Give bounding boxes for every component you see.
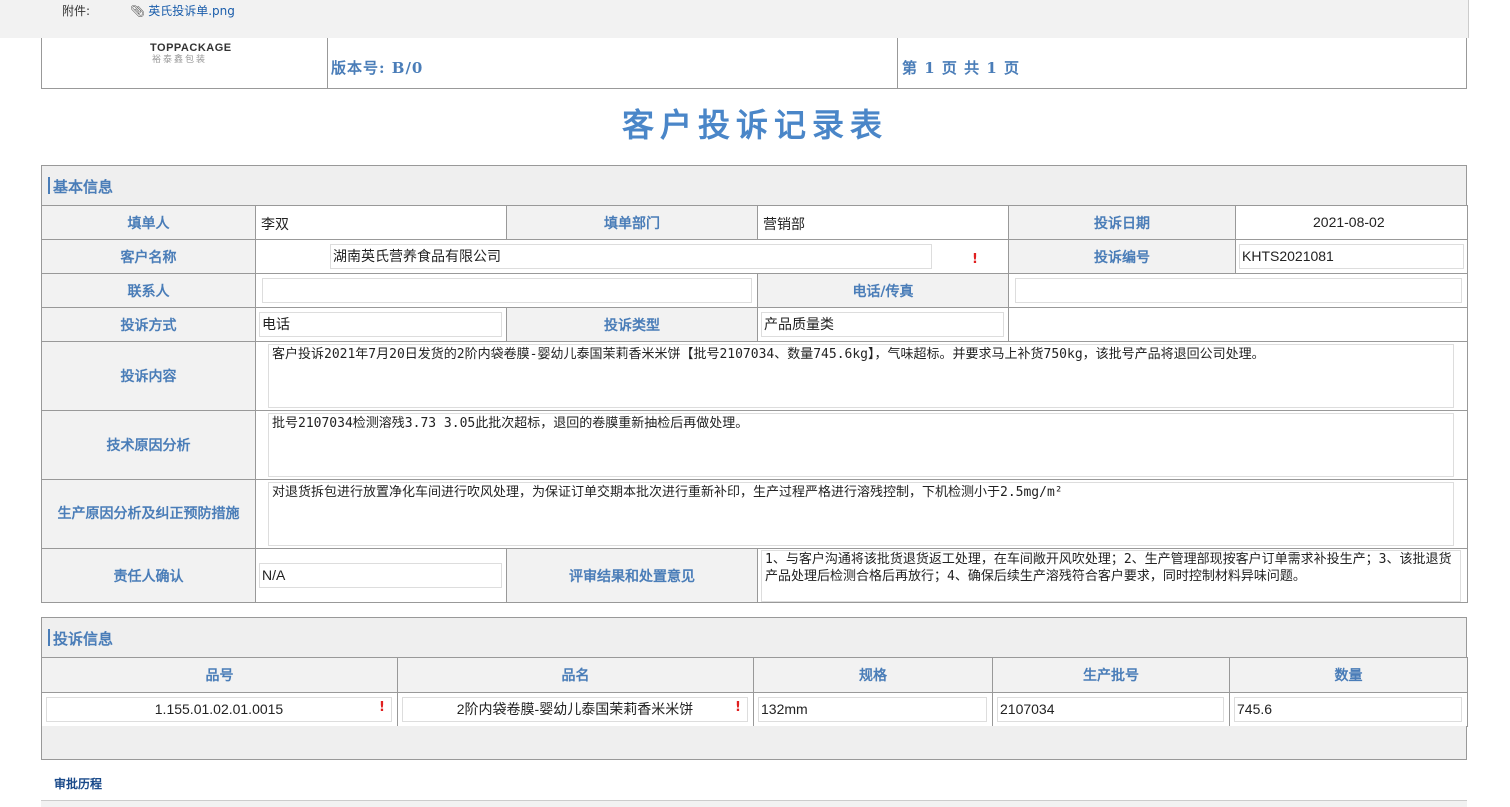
customer-cell: 湖南英氏营养食品有限公司 ! xyxy=(255,239,1009,274)
column-header: 数量 xyxy=(1229,657,1468,693)
divider xyxy=(1468,0,1469,38)
paperclip-icon: 📎︎ xyxy=(130,4,146,18)
tech-cell: 批号2107034检测溶残3.73 3.05此批次超标，退回的卷膜重新抽检后再做… xyxy=(255,410,1468,480)
customer-name-field[interactable]: 湖南英氏营养食品有限公司 xyxy=(330,244,932,269)
type-field[interactable]: 产品质量类 xyxy=(761,312,1004,337)
dept-cell: 营销部 xyxy=(757,205,1009,240)
page-cell: 第 1 页 共 1 页 xyxy=(898,38,1468,88)
item-code-cell: 1.155.01.02.01.0015 ! xyxy=(41,692,398,727)
filler-cell: 李双 xyxy=(255,205,507,240)
phone-cell xyxy=(1008,273,1468,308)
table-footer xyxy=(41,726,1467,760)
filler-value: 李双 xyxy=(261,216,289,232)
form-header: TOPPACKAGE 裕泰鑫包装 版本号: B/0 第 1 页 共 1 页 xyxy=(41,38,1467,89)
section-bar-icon xyxy=(48,177,50,194)
contact-label: 联系人 xyxy=(41,273,256,308)
date-label: 投诉日期 xyxy=(1008,205,1236,240)
complaint-content-textarea[interactable]: 客户投诉2021年7月20日发货的2阶内袋卷膜-婴幼儿泰国茉莉香米米饼【批号21… xyxy=(268,344,1454,408)
version-cell: 版本号: B/0 xyxy=(328,38,898,88)
complaint-date: 2021-08-02 xyxy=(1313,214,1385,230)
item-spec-field[interactable]: 132mm xyxy=(758,697,987,722)
basic-info-table: 填单人 李双 填单部门 营销部 投诉日期 2021-08-02 客户名称 湖南英… xyxy=(41,205,1468,603)
tech-analysis-textarea[interactable]: 批号2107034检测溶残3.73 3.05此批次超标，退回的卷膜重新抽检后再做… xyxy=(268,413,1454,477)
contact-field[interactable] xyxy=(262,278,752,303)
prod-label: 生产原因分析及纠正预防措施 xyxy=(41,479,256,549)
section-title: 基本信息 xyxy=(48,176,113,197)
type-cell: 产品质量类 xyxy=(757,307,1009,342)
page-title: 客户投诉记录表 xyxy=(621,106,888,144)
item-batch-cell: 2107034 xyxy=(992,692,1230,727)
item-batch-field[interactable]: 2107034 xyxy=(997,697,1224,722)
item-spec-cell: 132mm xyxy=(753,692,993,727)
required-mark-icon: ! xyxy=(379,700,385,715)
required-mark-icon: ! xyxy=(972,252,978,267)
attachment-file-name: 英氏投诉单.png xyxy=(148,4,235,18)
complaint-no-field[interactable]: KHTS2021081 xyxy=(1239,244,1464,269)
column-header: 规格 xyxy=(753,657,993,693)
item-code-field[interactable]: 1.155.01.02.01.0015 xyxy=(46,697,392,722)
item-name-field[interactable]: 2阶内袋卷膜-婴幼儿泰国茉莉香米米饼 xyxy=(402,697,748,722)
filler-label: 填单人 xyxy=(41,205,256,240)
attachment-bar: 附件: 📎︎ 英氏投诉单.png xyxy=(0,0,1468,38)
attachment-link[interactable]: 📎︎ 英氏投诉单.png xyxy=(130,2,235,19)
phone-field[interactable] xyxy=(1015,278,1462,303)
approval-history-link[interactable]: 审批历程 xyxy=(54,775,102,792)
dept-value: 营销部 xyxy=(763,216,805,232)
column-header: 品号 xyxy=(41,657,398,693)
table-row: 1.155.01.02.01.0015 ! 2阶内袋卷膜-婴幼儿泰国茉莉香米米饼… xyxy=(41,692,1468,727)
review-textarea[interactable]: 1、与客户沟通将该批货退货返工处理，在车间敞开风吹处理；2、生产管理部现按客户订… xyxy=(761,550,1461,602)
tech-label: 技术原因分析 xyxy=(41,410,256,480)
section-title: 投诉信息 xyxy=(48,628,113,649)
customer-label: 客户名称 xyxy=(41,239,256,274)
basic-info-section-header: 基本信息 xyxy=(41,165,1467,206)
prod-cell: 对退货拆包进行放置净化车间进行吹风处理，为保证订单交期本批次进行重新补印，生产过… xyxy=(255,479,1468,549)
content-cell: 客户投诉2021年7月20日发货的2阶内袋卷膜-婴幼儿泰国茉莉香米米饼【批号21… xyxy=(255,341,1468,411)
item-name-cell: 2阶内袋卷膜-婴幼儿泰国茉莉香米米饼 ! xyxy=(397,692,754,727)
logo-cn: 裕泰鑫包装 xyxy=(152,55,208,65)
section-bar-icon xyxy=(48,629,50,646)
empty-cell xyxy=(1008,307,1468,342)
attachment-label: 附件: xyxy=(62,4,91,18)
review-label: 评审结果和处置意见 xyxy=(506,548,758,603)
contact-cell xyxy=(255,273,758,308)
version-number: 版本号: B/0 xyxy=(331,59,424,77)
review-cell: 1、与客户沟通将该批货退货返工处理，在车间敞开风吹处理；2、生产管理部现按客户订… xyxy=(757,548,1468,603)
type-label: 投诉类型 xyxy=(506,307,758,342)
complaint-info-section-header: 投诉信息 xyxy=(41,617,1467,658)
method-field[interactable]: 电话 xyxy=(259,312,502,337)
resp-cell: N/A xyxy=(255,548,507,603)
required-mark-icon: ! xyxy=(735,700,741,715)
method-cell: 电话 xyxy=(255,307,507,342)
company-logo: TOPPACKAGE 裕泰鑫包装 xyxy=(42,38,328,88)
dept-label: 填单部门 xyxy=(506,205,758,240)
column-header: 品名 xyxy=(397,657,754,693)
item-qty-cell: 745.6 xyxy=(1229,692,1468,727)
complaint-no-cell: KHTS2021081 xyxy=(1235,239,1468,274)
phone-label: 电话/传真 xyxy=(757,273,1009,308)
complaint-items-table: 品号 品名 规格 生产批号 数量 1.155.01.02.01.0015 ! 2… xyxy=(41,657,1468,727)
method-label: 投诉方式 xyxy=(41,307,256,342)
content-label: 投诉内容 xyxy=(41,341,256,411)
column-header: 生产批号 xyxy=(992,657,1230,693)
prod-analysis-textarea[interactable]: 对退货拆包进行放置净化车间进行吹风处理，为保证订单交期本批次进行重新补印，生产过… xyxy=(268,482,1454,546)
date-cell: 2021-08-02 xyxy=(1235,205,1468,240)
complaint-no-label: 投诉编号 xyxy=(1008,239,1236,274)
item-qty-field[interactable]: 745.6 xyxy=(1234,697,1462,722)
resp-field[interactable]: N/A xyxy=(259,563,502,588)
resp-label: 责任人确认 xyxy=(41,548,256,603)
page-indicator: 第 1 页 共 1 页 xyxy=(902,59,1020,77)
